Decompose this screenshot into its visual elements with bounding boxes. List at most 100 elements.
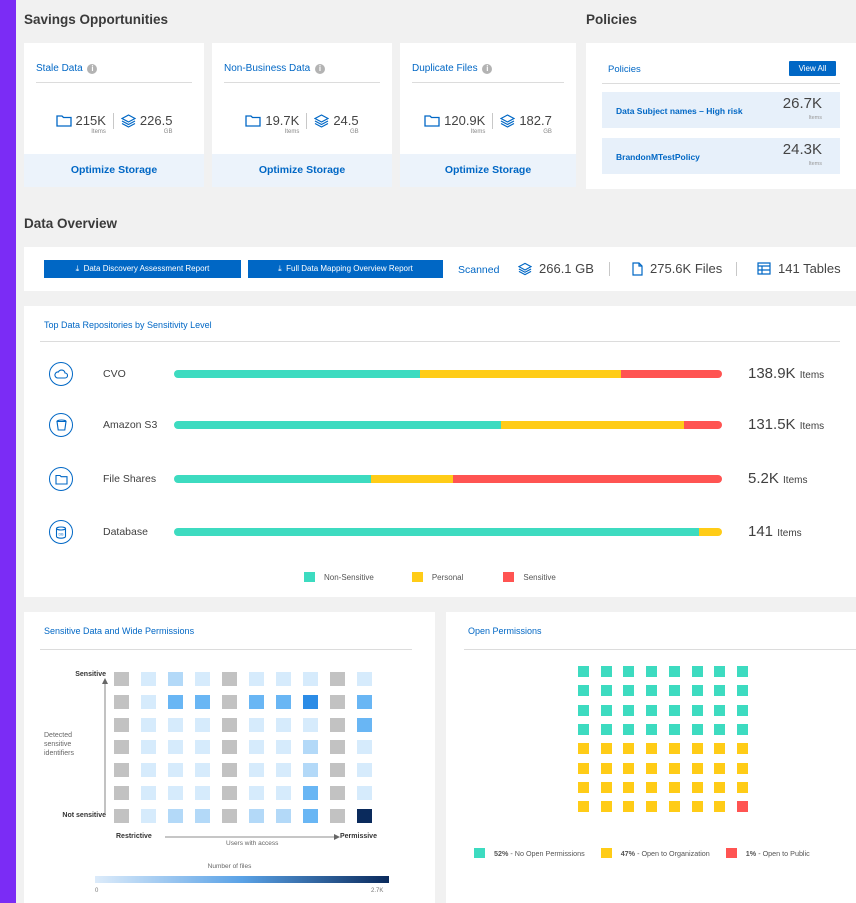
repositories-card: Top Data Repositories by Sensitivity Lev… [24, 306, 856, 597]
count-value: 138.9K [748, 365, 796, 382]
optimize-storage-button[interactable]: Optimize Storage [212, 154, 392, 187]
heatmap-cell [114, 763, 129, 778]
waffle-cell [646, 666, 658, 677]
waffle-cell [736, 762, 748, 774]
files-value: 275.6K Files [650, 261, 723, 276]
waffle-cell [736, 781, 748, 793]
heatmap-cell [276, 672, 291, 686]
waffle-cell [623, 781, 635, 793]
policy-unit: Items [808, 161, 822, 167]
count-value: 131.5K [748, 416, 796, 433]
heatmap-cell [303, 672, 318, 686]
repository-name: CVO [103, 368, 126, 380]
heatmap-cell [303, 786, 318, 800]
waffle-cell [578, 723, 589, 735]
personal-segment [501, 421, 684, 429]
database-icon: DB [49, 520, 73, 544]
waffle-cell [578, 801, 589, 813]
divider [306, 113, 308, 129]
size-value: 182.7 [519, 113, 552, 128]
waffle-cell [623, 723, 635, 735]
policy-row[interactable]: Data Subject names – High risk 26.7K Ite… [602, 92, 840, 128]
heatmap-cell [141, 786, 156, 800]
waffle-cell [668, 781, 680, 793]
sensitive-swatch [503, 572, 515, 582]
items-unit: Items [470, 129, 486, 135]
savings-section-title: Savings Opportunities [24, 12, 169, 27]
repository-count: 138.9K Items [748, 365, 824, 382]
heatmap-cell [141, 740, 156, 755]
open-permissions-card: Open Permissions 52% - No Open Permissio… [446, 612, 856, 903]
waffle-cell [623, 801, 635, 813]
heatmap-cell [114, 672, 129, 686]
heatmap-cell [357, 740, 372, 755]
optimize-storage-button[interactable]: Optimize Storage [400, 154, 576, 187]
waffle-cell [736, 723, 748, 735]
waffle-cell [736, 704, 748, 716]
heatmap-cell [141, 808, 156, 823]
heatmap-cell [195, 740, 210, 755]
public-swatch [725, 848, 737, 858]
heatmap-cell [276, 763, 291, 778]
waffle-cell [600, 685, 612, 697]
repository-count: 131.5K Items [748, 416, 824, 433]
waffle-cell [600, 666, 612, 677]
no-open-swatch [474, 848, 485, 858]
color-scale [95, 876, 389, 883]
waffle-cell [623, 743, 635, 755]
waffle-cell [600, 781, 612, 793]
legend-pct: 1% [745, 848, 757, 858]
info-icon[interactable]: i [314, 64, 325, 74]
info-icon[interactable]: i [482, 64, 493, 74]
sensitivity-bar [174, 421, 722, 429]
legend-label: - No Open Permissions [510, 848, 585, 858]
overview-bar: ⤓ Data Discovery Assessment Report ⤓ Ful… [24, 247, 856, 291]
heatmap-cell [168, 786, 183, 800]
waffle-cell [736, 685, 748, 697]
repository-row[interactable]: DB Database 141 Items [40, 520, 840, 550]
repository-row[interactable]: CVO 138.9K Items [40, 362, 840, 392]
heatmap-cell [330, 740, 345, 755]
count-unit: Items [799, 370, 825, 381]
heatmap-cell [141, 717, 156, 732]
org-swatch [600, 848, 612, 858]
waffle-cell [736, 743, 748, 755]
optimize-storage-button[interactable]: Optimize Storage [24, 154, 204, 187]
divider [412, 82, 564, 83]
data-discovery-report-button[interactable]: ⤓ Data Discovery Assessment Report [44, 260, 241, 278]
scanned-size-value: 266.1 GB [539, 261, 594, 276]
heatmap-cell [276, 786, 291, 800]
permissions-axes [102, 678, 340, 840]
heatmap-cell [168, 717, 183, 732]
full-data-mapping-report-button[interactable]: ⤓ Full Data Mapping Overview Report [248, 260, 443, 278]
personal-segment [371, 475, 453, 483]
sensitive-segment [452, 475, 722, 483]
repository-row[interactable]: File Shares 5.2K Items [40, 467, 840, 497]
legend-label: - Open to Public [758, 848, 810, 858]
heatmap-cell [303, 763, 318, 778]
download-icon: ⤓ [278, 264, 282, 273]
waffle-cell [646, 781, 658, 793]
policy-row[interactable]: BrandonMTestPolicy 24.3K Items [602, 138, 840, 174]
layers-icon [314, 113, 330, 128]
scanned-label: Scanned [458, 264, 500, 276]
heatmap-cell [303, 740, 318, 755]
repository-name: File Shares [103, 473, 157, 485]
heatmap-cell [222, 808, 237, 823]
waffle-cell [600, 704, 612, 716]
heatmap-cell [249, 763, 264, 778]
waffle-cell [578, 685, 589, 697]
wide-permissions-card: Sensitive Data and Wide Permissions Sens… [24, 612, 435, 903]
non-sensitive-segment [174, 421, 502, 429]
heatmap-cell [357, 672, 372, 686]
repository-row[interactable]: Amazon S3 131.5K Items [40, 413, 840, 443]
count-value: 5.2K [748, 470, 779, 487]
bucket-icon [49, 413, 73, 437]
divider [609, 262, 610, 276]
heatmap-cell [114, 808, 129, 823]
info-icon[interactable]: i [87, 64, 98, 74]
waffle-cell [578, 781, 589, 793]
waffle-cell [600, 762, 612, 774]
view-all-button[interactable]: View All [789, 61, 836, 76]
items-unit: Items [284, 129, 300, 135]
